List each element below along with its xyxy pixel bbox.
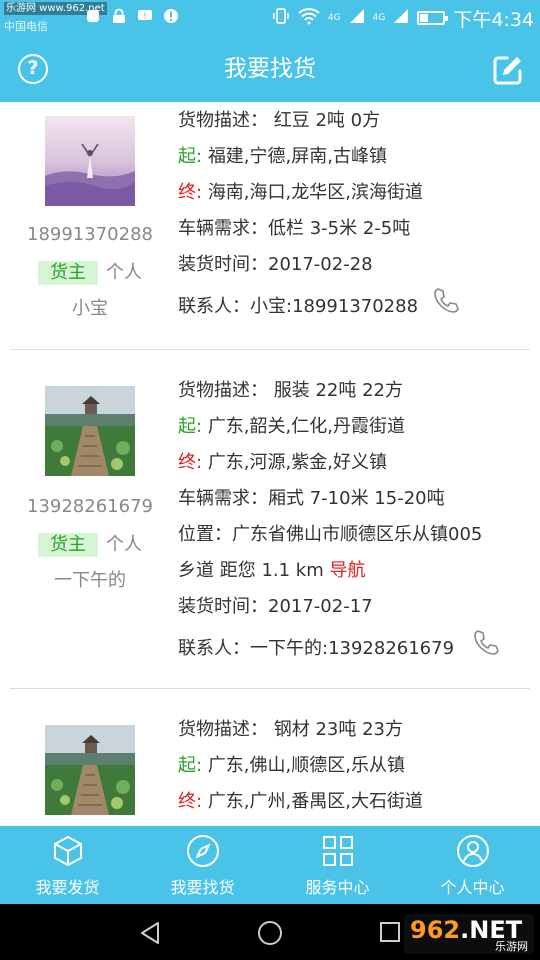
status-time: 下午4:34 — [453, 8, 534, 31]
role-badge: 货主 — [38, 533, 98, 557]
bottom-tab-bar: 我要发货 我要找货 服务中心 个人中心 — [0, 826, 540, 904]
location-line: 位置：广东省佛山市顺德区乐从镇005 — [178, 524, 483, 545]
shipper-phone: 13928261679 — [27, 496, 153, 517]
cargo-description: 货物描述： 服装 22吨 22方 — [178, 380, 403, 401]
vehicle-requirement: 车辆需求：厢式 7-10米 15-20吨 — [178, 488, 445, 509]
vehicle-requirement: 车辆需求：低栏 3-5米 2-5吨 — [178, 218, 411, 239]
watermark-logo: 962.NET 乐游网 — [404, 914, 534, 954]
network-type-2: 4G — [372, 13, 386, 23]
notification-app-icon — [84, 6, 102, 26]
status-right: 4G 4G 下午4:34 — [272, 4, 534, 32]
alert-icon — [162, 6, 180, 26]
phone-icon[interactable] — [472, 628, 500, 656]
avatar — [45, 386, 135, 476]
role-type: 个人 — [106, 534, 142, 555]
message-icon: ! — [136, 6, 154, 26]
system-nav-bar: 962.NET 乐游网 — [0, 904, 540, 960]
phone-icon[interactable] — [432, 286, 460, 314]
cargo-description: 货物描述： 钢材 23吨 23方 — [178, 719, 403, 740]
signal-icon-1 — [349, 8, 365, 28]
role-row: 货主 个人 — [10, 530, 170, 557]
shipper-nickname: 一下午的 — [54, 570, 126, 591]
cargo-card[interactable]: 货物描述： 钢材 23吨 23方 起: 广东,佛山,顺德区,乐从镇 终: 广东,… — [10, 689, 530, 826]
home-icon[interactable] — [258, 921, 282, 945]
lock-icon — [110, 6, 128, 26]
role-row: 货主 个人 — [10, 258, 170, 285]
watermark-logo-sub: 乐游网 — [495, 940, 528, 953]
network-type-1: 4G — [327, 13, 341, 23]
location-distance: 乡道 距您 1.1 km 导航 — [178, 560, 366, 581]
svg-text:!: ! — [143, 12, 147, 22]
back-icon[interactable] — [138, 920, 162, 946]
avatar — [45, 725, 135, 815]
route-start: 起: 福建,宁德,屏南,古峰镇 — [178, 146, 387, 167]
tab-label: 服务中心 — [305, 878, 370, 897]
tab-label: 我要找货 — [170, 878, 235, 897]
recent-apps-icon[interactable] — [380, 922, 400, 942]
vibrate-icon — [272, 7, 290, 29]
status-bar: 乐游网 www.962.net 中国电信 ! 4G 4G 下午4:34 — [0, 0, 540, 36]
app-header: ? 我要找货 — [0, 36, 540, 102]
shipper-nickname: 小宝 — [72, 298, 108, 319]
cargo-description: 货物描述： 红豆 2吨 0方 — [178, 110, 381, 131]
signal-icon-2 — [393, 8, 409, 28]
edit-icon — [493, 56, 522, 85]
navigate-link[interactable]: 导航 — [329, 560, 365, 581]
role-type: 个人 — [106, 262, 142, 283]
tab-service-center[interactable]: 服务中心 — [270, 826, 405, 904]
tab-label: 个人中心 — [440, 878, 505, 897]
compass-icon — [186, 835, 219, 867]
battery-icon — [417, 11, 449, 25]
route-end: 终: 广东,河源,紫金,好义镇 — [178, 452, 387, 473]
tab-label: 我要发货 — [35, 878, 100, 897]
avatar — [45, 116, 135, 206]
edit-button[interactable] — [492, 54, 524, 86]
route-start: 起: 广东,韶关,仁化,丹霞街道 — [178, 416, 405, 437]
load-time: 装货时间：2017-02-28 — [178, 254, 373, 275]
load-time: 装货时间：2017-02-17 — [178, 596, 373, 617]
carrier-name: 中国电信 — [4, 20, 48, 33]
user-icon — [456, 835, 489, 867]
cargo-card[interactable]: 18991370288 货主 个人 小宝 货物描述： 红豆 2吨 0方 起: 福建… — [10, 102, 530, 349]
route-start: 起: 广东,佛山,顺德区,乐从镇 — [178, 755, 405, 776]
contact-info: 联系人：一下午的:13928261679 — [178, 638, 455, 659]
wifi-icon — [298, 7, 320, 29]
cargo-list[interactable]: 18991370288 货主 个人 小宝 货物描述： 红豆 2吨 0方 起: 福建… — [0, 102, 540, 826]
grid-icon — [322, 836, 353, 866]
route-end: 终: 广东,广州,番禺区,大石街道 — [178, 791, 423, 812]
page-title: 我要找货 — [224, 56, 316, 82]
tab-personal-center[interactable]: 个人中心 — [405, 826, 540, 904]
shipper-phone: 18991370288 — [27, 224, 153, 245]
tab-find-goods[interactable]: 我要找货 — [135, 826, 270, 904]
notification-icons: ! — [84, 6, 180, 26]
route-end: 终: 海南,海口,龙华区,滨海街道 — [178, 182, 423, 203]
contact-info: 联系人：小宝:18991370288 — [178, 296, 419, 317]
tab-ship-goods[interactable]: 我要发货 — [0, 826, 135, 904]
box-icon — [53, 836, 82, 866]
cargo-card[interactable]: 13928261679 货主 个人 一下午的 货物描述： 服装 22吨 22方 起… — [10, 350, 530, 688]
role-badge: 货主 — [38, 261, 98, 285]
